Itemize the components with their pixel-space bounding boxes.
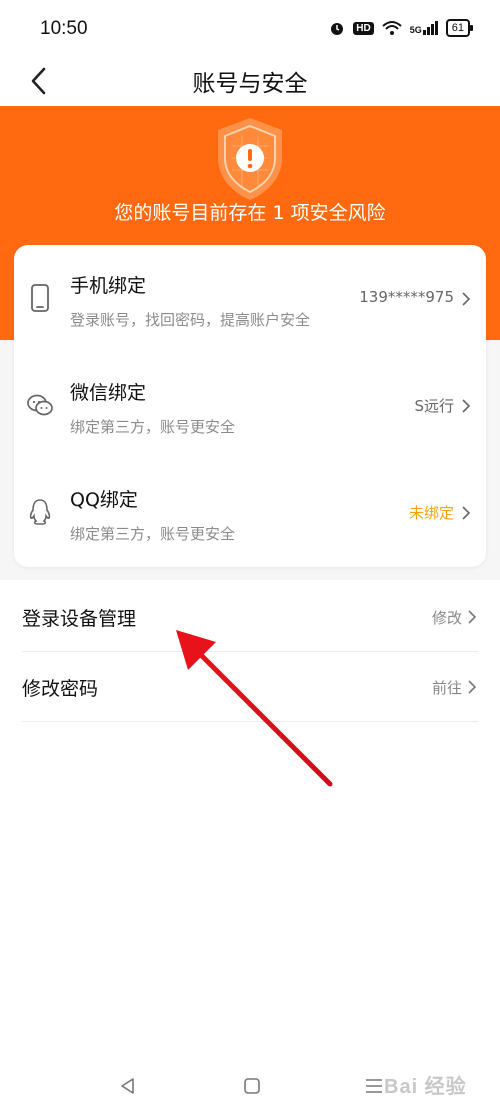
list-item-device-management[interactable]: 登录设备管理 修改 [0, 582, 500, 652]
phone-icon [31, 284, 49, 312]
list-label: 修改密码 [22, 678, 99, 700]
status-time: 10:50 [40, 18, 88, 39]
binding-card: 手机绑定 登录账号，找回密码，提高账户安全 139*****975 微信绑定 绑… [14, 245, 486, 567]
list-item-change-password[interactable]: 修改密码 前往 [0, 652, 500, 722]
binding-row-qq[interactable]: QQ绑定 绑定第三方，账号更安全 未绑定 [14, 459, 486, 566]
binding-value: 139*****975 [359, 288, 454, 306]
binding-value: 未绑定 [408, 504, 454, 522]
chevron-right-icon [462, 292, 471, 306]
wechat-icon [27, 394, 53, 416]
binding-row-wechat[interactable]: 微信绑定 绑定第三方，账号更安全 S远行 [14, 352, 486, 459]
hd-icon: HD [353, 21, 374, 35]
system-home-icon[interactable] [243, 1077, 261, 1095]
risk-message: 您的账号目前存在 1 项安全风险 [114, 202, 386, 224]
binding-row-phone[interactable]: 手机绑定 登录账号，找回密码，提高账户安全 139*****975 [14, 245, 486, 352]
list-value: 前往 [431, 679, 462, 697]
binding-title: 手机绑定 [70, 275, 147, 297]
watermark-logo: Bai 经验 [384, 1076, 467, 1098]
battery-icon: 61 [445, 19, 474, 37]
binding-desc: 绑定第三方，账号更安全 [70, 418, 236, 436]
shield-warning-icon [218, 118, 282, 200]
page-title: 账号与安全 [192, 71, 308, 97]
chevron-right-icon [462, 506, 471, 520]
binding-title: 微信绑定 [70, 382, 147, 404]
signal-icon: 5G [410, 21, 438, 35]
system-menu-icon[interactable] [365, 1078, 383, 1094]
list-value: 修改 [431, 609, 462, 627]
chevron-right-icon [462, 399, 471, 413]
system-back-icon[interactable] [118, 1076, 138, 1096]
binding-value: S远行 [414, 397, 454, 415]
chevron-right-icon [468, 680, 477, 694]
list-label: 登录设备管理 [22, 608, 137, 630]
chevron-right-icon [468, 610, 477, 624]
nav-bar: 账号与安全 [0, 58, 500, 106]
alarm-icon [331, 23, 344, 35]
status-icons: HD 5G 61 [329, 19, 474, 37]
qq-icon [29, 499, 51, 525]
system-nav-bar: Bai 经验 [0, 1062, 500, 1118]
binding-desc: 登录账号，找回密码，提高账户安全 [70, 311, 311, 329]
network-type: 5G [409, 25, 422, 35]
divider [22, 721, 478, 722]
binding-title: QQ绑定 [70, 489, 138, 511]
binding-desc: 绑定第三方，账号更安全 [70, 525, 236, 543]
wifi-icon [382, 21, 402, 35]
status-bar: 10:50 HD 5G 61 [0, 0, 500, 58]
